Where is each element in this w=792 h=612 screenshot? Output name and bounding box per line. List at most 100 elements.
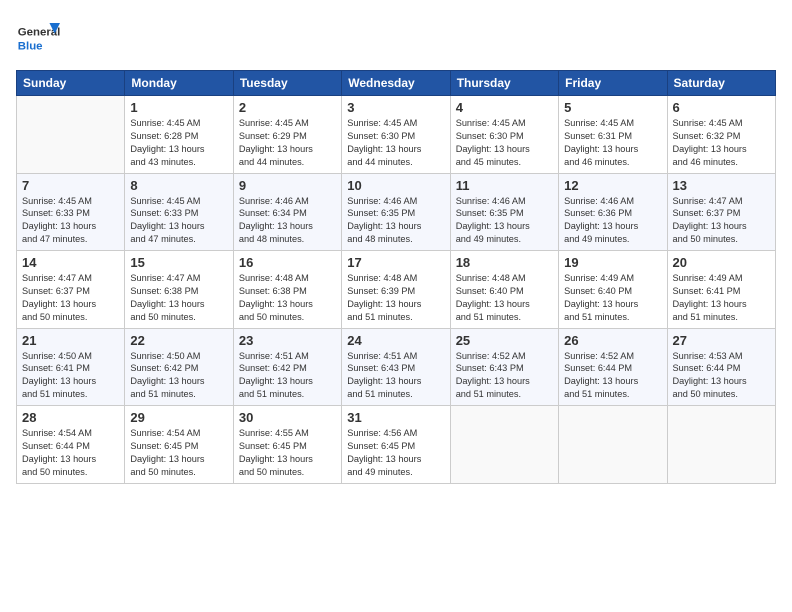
day-number: 19: [564, 255, 661, 270]
calendar-day-cell: 8 Sunrise: 4:45 AMSunset: 6:33 PMDaylight…: [125, 173, 233, 251]
day-info: Sunrise: 4:55 AMSunset: 6:45 PMDaylight:…: [239, 427, 336, 479]
calendar-week-row: 28 Sunrise: 4:54 AMSunset: 6:44 PMDayligh…: [17, 406, 776, 484]
day-number: 21: [22, 333, 119, 348]
calendar-day-cell: 10 Sunrise: 4:46 AMSunset: 6:35 PMDayligh…: [342, 173, 450, 251]
weekday-header-wednesday: Wednesday: [342, 71, 450, 96]
day-number: 11: [456, 178, 553, 193]
day-number: 29: [130, 410, 227, 425]
day-number: 8: [130, 178, 227, 193]
day-number: 22: [130, 333, 227, 348]
calendar-week-row: 7 Sunrise: 4:45 AMSunset: 6:33 PMDaylight…: [17, 173, 776, 251]
calendar-day-cell: 31Sunrise: 4:56 AMSunset: 6:45 PMDayligh…: [342, 406, 450, 484]
day-info: Sunrise: 4:45 AMSunset: 6:33 PMDaylight:…: [22, 195, 119, 247]
day-info: Sunrise: 4:53 AMSunset: 6:44 PMDaylight:…: [673, 350, 770, 402]
calendar-table: SundayMondayTuesdayWednesdayThursdayFrid…: [16, 70, 776, 484]
page-header: General Blue: [16, 16, 776, 60]
day-info: Sunrise: 4:47 AMSunset: 6:37 PMDaylight:…: [673, 195, 770, 247]
day-number: 5: [564, 100, 661, 115]
calendar-week-row: 21 Sunrise: 4:50 AMSunset: 6:41 PMDayligh…: [17, 328, 776, 406]
day-info: Sunrise: 4:52 AMSunset: 6:43 PMDaylight:…: [456, 350, 553, 402]
calendar-day-cell: 3Sunrise: 4:45 AMSunset: 6:30 PMDaylight…: [342, 96, 450, 174]
day-info: Sunrise: 4:51 AMSunset: 6:43 PMDaylight:…: [347, 350, 444, 402]
day-info: Sunrise: 4:46 AMSunset: 6:36 PMDaylight:…: [564, 195, 661, 247]
day-number: 2: [239, 100, 336, 115]
calendar-day-cell: 25 Sunrise: 4:52 AMSunset: 6:43 PMDayligh…: [450, 328, 558, 406]
logo: General Blue: [16, 16, 64, 60]
calendar-day-cell: [450, 406, 558, 484]
calendar-day-cell: 24Sunrise: 4:51 AMSunset: 6:43 PMDayligh…: [342, 328, 450, 406]
day-info: Sunrise: 4:47 AMSunset: 6:37 PMDaylight:…: [22, 272, 119, 324]
day-number: 7: [22, 178, 119, 193]
calendar-day-cell: 28 Sunrise: 4:54 AMSunset: 6:44 PMDayligh…: [17, 406, 125, 484]
calendar-day-cell: 17 Sunrise: 4:48 AMSunset: 6:39 PMDayligh…: [342, 251, 450, 329]
day-info: Sunrise: 4:51 AMSunset: 6:42 PMDaylight:…: [239, 350, 336, 402]
calendar-day-cell: 4 Sunrise: 4:45 AMSunset: 6:30 PMDaylight…: [450, 96, 558, 174]
day-info: Sunrise: 4:45 AMSunset: 6:30 PMDaylight:…: [347, 117, 444, 169]
day-info: Sunrise: 4:48 AMSunset: 6:40 PMDaylight:…: [456, 272, 553, 324]
day-info: Sunrise: 4:50 AMSunset: 6:42 PMDaylight:…: [130, 350, 227, 402]
calendar-day-cell: 29 Sunrise: 4:54 AMSunset: 6:45 PMDayligh…: [125, 406, 233, 484]
calendar-day-cell: 27 Sunrise: 4:53 AMSunset: 6:44 PMDayligh…: [667, 328, 775, 406]
day-info: Sunrise: 4:48 AMSunset: 6:39 PMDaylight:…: [347, 272, 444, 324]
weekday-header-tuesday: Tuesday: [233, 71, 341, 96]
calendar-day-cell: 9 Sunrise: 4:46 AMSunset: 6:34 PMDaylight…: [233, 173, 341, 251]
calendar-day-cell: [667, 406, 775, 484]
calendar-day-cell: 13 Sunrise: 4:47 AMSunset: 6:37 PMDayligh…: [667, 173, 775, 251]
day-number: 17: [347, 255, 444, 270]
weekday-header-monday: Monday: [125, 71, 233, 96]
calendar-day-cell: 22 Sunrise: 4:50 AMSunset: 6:42 PMDayligh…: [125, 328, 233, 406]
calendar-day-cell: 23Sunrise: 4:51 AMSunset: 6:42 PMDayligh…: [233, 328, 341, 406]
calendar-day-cell: 7 Sunrise: 4:45 AMSunset: 6:33 PMDaylight…: [17, 173, 125, 251]
weekday-header-sunday: Sunday: [17, 71, 125, 96]
calendar-day-cell: [17, 96, 125, 174]
day-number: 14: [22, 255, 119, 270]
calendar-day-cell: 16Sunrise: 4:48 AMSunset: 6:38 PMDayligh…: [233, 251, 341, 329]
day-info: Sunrise: 4:49 AMSunset: 6:40 PMDaylight:…: [564, 272, 661, 324]
day-info: Sunrise: 4:45 AMSunset: 6:33 PMDaylight:…: [130, 195, 227, 247]
day-info: Sunrise: 4:54 AMSunset: 6:44 PMDaylight:…: [22, 427, 119, 479]
day-info: Sunrise: 4:52 AMSunset: 6:44 PMDaylight:…: [564, 350, 661, 402]
day-number: 10: [347, 178, 444, 193]
weekday-header-saturday: Saturday: [667, 71, 775, 96]
day-number: 26: [564, 333, 661, 348]
day-info: Sunrise: 4:47 AMSunset: 6:38 PMDaylight:…: [130, 272, 227, 324]
weekday-header-row: SundayMondayTuesdayWednesdayThursdayFrid…: [17, 71, 776, 96]
calendar-day-cell: 15Sunrise: 4:47 AMSunset: 6:38 PMDayligh…: [125, 251, 233, 329]
calendar-day-cell: 26 Sunrise: 4:52 AMSunset: 6:44 PMDayligh…: [559, 328, 667, 406]
calendar-week-row: 1Sunrise: 4:45 AMSunset: 6:28 PMDaylight…: [17, 96, 776, 174]
weekday-header-friday: Friday: [559, 71, 667, 96]
day-number: 12: [564, 178, 661, 193]
calendar-day-cell: 12 Sunrise: 4:46 AMSunset: 6:36 PMDayligh…: [559, 173, 667, 251]
calendar-day-cell: 18Sunrise: 4:48 AMSunset: 6:40 PMDayligh…: [450, 251, 558, 329]
day-number: 28: [22, 410, 119, 425]
day-number: 13: [673, 178, 770, 193]
calendar-day-cell: 20 Sunrise: 4:49 AMSunset: 6:41 PMDayligh…: [667, 251, 775, 329]
calendar-day-cell: 30 Sunrise: 4:55 AMSunset: 6:45 PMDayligh…: [233, 406, 341, 484]
calendar-day-cell: 1Sunrise: 4:45 AMSunset: 6:28 PMDaylight…: [125, 96, 233, 174]
day-number: 20: [673, 255, 770, 270]
day-info: Sunrise: 4:45 AMSunset: 6:29 PMDaylight:…: [239, 117, 336, 169]
day-info: Sunrise: 4:56 AMSunset: 6:45 PMDaylight:…: [347, 427, 444, 479]
day-number: 16: [239, 255, 336, 270]
day-number: 27: [673, 333, 770, 348]
weekday-header-thursday: Thursday: [450, 71, 558, 96]
day-info: Sunrise: 4:45 AMSunset: 6:32 PMDaylight:…: [673, 117, 770, 169]
calendar-day-cell: 21 Sunrise: 4:50 AMSunset: 6:41 PMDayligh…: [17, 328, 125, 406]
day-info: Sunrise: 4:49 AMSunset: 6:41 PMDaylight:…: [673, 272, 770, 324]
day-number: 4: [456, 100, 553, 115]
calendar-day-cell: [559, 406, 667, 484]
day-info: Sunrise: 4:46 AMSunset: 6:34 PMDaylight:…: [239, 195, 336, 247]
day-number: 25: [456, 333, 553, 348]
calendar-day-cell: 19 Sunrise: 4:49 AMSunset: 6:40 PMDayligh…: [559, 251, 667, 329]
calendar-week-row: 14 Sunrise: 4:47 AMSunset: 6:37 PMDayligh…: [17, 251, 776, 329]
day-info: Sunrise: 4:46 AMSunset: 6:35 PMDaylight:…: [347, 195, 444, 247]
day-info: Sunrise: 4:45 AMSunset: 6:28 PMDaylight:…: [130, 117, 227, 169]
calendar-day-cell: 2 Sunrise: 4:45 AMSunset: 6:29 PMDaylight…: [233, 96, 341, 174]
day-info: Sunrise: 4:50 AMSunset: 6:41 PMDaylight:…: [22, 350, 119, 402]
day-info: Sunrise: 4:54 AMSunset: 6:45 PMDaylight:…: [130, 427, 227, 479]
day-number: 30: [239, 410, 336, 425]
day-number: 9: [239, 178, 336, 193]
calendar-day-cell: 6Sunrise: 4:45 AMSunset: 6:32 PMDaylight…: [667, 96, 775, 174]
day-info: Sunrise: 4:45 AMSunset: 6:30 PMDaylight:…: [456, 117, 553, 169]
calendar-day-cell: 14 Sunrise: 4:47 AMSunset: 6:37 PMDayligh…: [17, 251, 125, 329]
